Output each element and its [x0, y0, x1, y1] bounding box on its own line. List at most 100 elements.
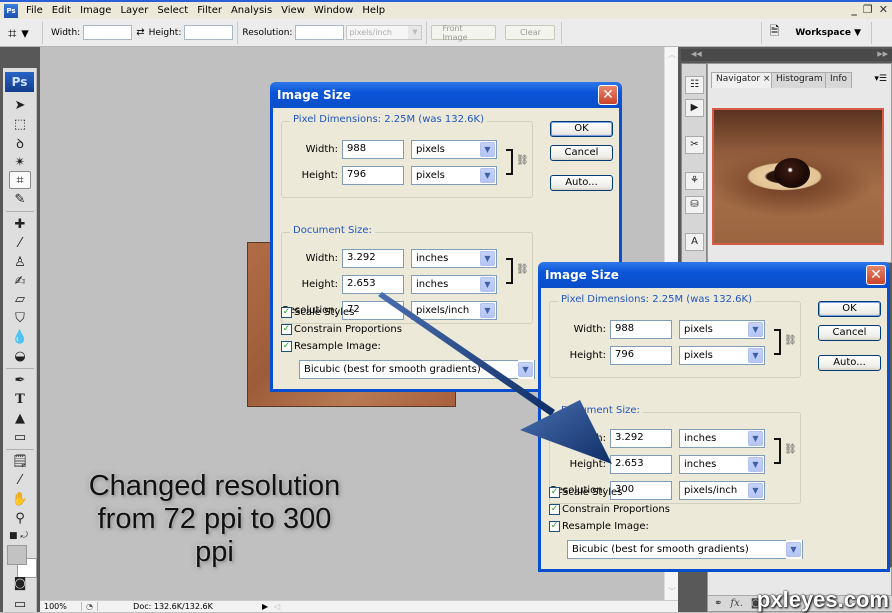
doc-width-unit-select[interactable]: inches ▼	[411, 248, 497, 268]
pixel-height-unit-select[interactable]: pixels ▼	[411, 165, 497, 185]
width-input[interactable]	[83, 25, 133, 40]
expand-dock-icon[interactable]: ▶▶	[877, 50, 888, 58]
menu-layer[interactable]: Layer	[117, 5, 154, 16]
healing-brush-tool-icon[interactable]: ✚	[9, 215, 31, 233]
ok-button[interactable]: OK	[818, 301, 881, 317]
magic-wand-tool-icon[interactable]: ✴	[9, 153, 31, 171]
auto-button[interactable]: Auto...	[550, 175, 613, 191]
clone-source-icon[interactable]: ⛁	[685, 196, 704, 214]
slice-tool-icon[interactable]: ✎	[9, 190, 31, 208]
eyedropper-tool-icon[interactable]: ⁄	[9, 471, 31, 489]
rectangle-tool-icon[interactable]: ▭	[9, 428, 31, 446]
pen-tool-icon[interactable]: ✒	[9, 371, 31, 389]
menu-image[interactable]: Image	[77, 5, 117, 16]
zoom-level[interactable]: 100%	[40, 602, 82, 611]
move-tool-icon[interactable]: ➤	[9, 96, 31, 114]
path-selection-tool-icon[interactable]: ▲	[9, 409, 31, 427]
resolution-unit-select[interactable]: pixels/inch ▼	[346, 25, 423, 40]
close-button[interactable]: ✕	[879, 3, 888, 16]
auto-button[interactable]: Auto...	[818, 355, 881, 371]
restore-button[interactable]: ❐	[863, 3, 873, 16]
menu-analysis[interactable]: Analysis	[228, 5, 278, 16]
character-panel-icon[interactable]: A	[685, 233, 704, 251]
doc-height-input[interactable]: 2.653	[610, 454, 672, 474]
pixel-width-input[interactable]: 988	[610, 319, 672, 339]
scroll-left-icon[interactable]: ◁	[274, 602, 280, 611]
resolution-unit-select[interactable]: pixels/inch ▼	[411, 300, 497, 320]
resample-image-checkbox[interactable]: ✓ Resample Image:	[281, 341, 381, 352]
clone-stamp-tool-icon[interactable]: ♙	[9, 253, 31, 271]
marquee-tool-icon[interactable]: ⬚	[9, 115, 31, 133]
doc-width-input[interactable]: 3.292	[610, 428, 672, 448]
resample-method-select[interactable]: Bicubic (best for smooth gradients) ▼	[299, 360, 535, 379]
front-image-button[interactable]: Front Image	[431, 24, 497, 42]
link-layers-icon[interactable]: ⚭	[714, 598, 722, 609]
height-input[interactable]	[184, 25, 234, 40]
tool-presets-icon[interactable]: ✂	[685, 136, 704, 154]
collapse-dock-icon[interactable]: ◀◀	[691, 50, 702, 58]
quick-mask-icon[interactable]: ◙	[9, 574, 31, 592]
dialog-close-button[interactable]: ✕	[866, 265, 886, 285]
fx-icon[interactable]: fx.	[730, 598, 743, 609]
panel-menu-icon[interactable]: ▾☰	[874, 74, 887, 84]
ok-button[interactable]: OK	[550, 121, 613, 137]
resample-method-select[interactable]: Bicubic (best for smooth gradients) ▼	[567, 540, 803, 559]
brush-tool-icon[interactable]: ⁄	[9, 234, 31, 252]
dodge-tool-icon[interactable]: ◒	[9, 347, 31, 365]
scale-styles-checkbox[interactable]: ✓ Scale Styles	[549, 487, 622, 498]
foreground-color-swatch[interactable]	[7, 545, 27, 565]
history-panel-icon[interactable]: ☷	[685, 76, 704, 94]
crop-tool-icon[interactable]: ⌗	[9, 171, 31, 189]
status-icon[interactable]: ◔	[82, 602, 98, 611]
resolution-input[interactable]	[295, 25, 345, 40]
bridge-icon[interactable]: 🗎	[770, 22, 780, 43]
menu-help[interactable]: Help	[359, 5, 391, 16]
cancel-button[interactable]: Cancel	[550, 145, 613, 161]
pixel-width-input[interactable]: 988	[342, 139, 404, 159]
scroll-up-icon[interactable]: ︿	[666, 49, 678, 61]
doc-width-unit-select[interactable]: inches ▼	[679, 428, 765, 448]
menu-file[interactable]: File	[23, 5, 49, 16]
notes-tool-icon[interactable]: 🗒	[9, 452, 31, 470]
doc-width-input[interactable]: 3.292	[342, 248, 404, 268]
menu-filter[interactable]: Filter	[194, 5, 228, 16]
doc-height-unit-select[interactable]: inches ▼	[411, 274, 497, 294]
tab-histogram[interactable]: Histogram	[771, 72, 828, 88]
pixel-height-unit-select[interactable]: pixels ▼	[679, 345, 765, 365]
status-menu-arrow-icon[interactable]: ▶	[262, 602, 268, 611]
workspace-menu[interactable]: Workspace ▼	[795, 28, 861, 38]
type-tool-icon[interactable]: T	[9, 390, 31, 408]
constrain-proportions-checkbox[interactable]: ✓ Constrain Proportions	[549, 504, 670, 515]
menu-edit[interactable]: Edit	[49, 5, 77, 16]
tab-info[interactable]: Info	[825, 72, 853, 88]
pixel-height-input[interactable]: 796	[610, 345, 672, 365]
resample-image-checkbox[interactable]: ✓ Resample Image:	[549, 521, 649, 532]
minimize-button[interactable]: _	[851, 3, 857, 16]
default-colors-icon[interactable]: ■ ⤾	[9, 527, 31, 545]
resolution-unit-select[interactable]: pixels/inch ▼	[679, 480, 765, 500]
pixel-height-input[interactable]: 796	[342, 165, 404, 185]
dialog-close-button[interactable]: ✕	[598, 85, 618, 105]
history-brush-tool-icon[interactable]: ✍	[9, 272, 31, 290]
cancel-button[interactable]: Cancel	[818, 325, 881, 341]
scroll-down-icon[interactable]: ﹀	[666, 586, 678, 598]
menu-select[interactable]: Select	[154, 5, 194, 16]
pixel-width-unit-select[interactable]: pixels ▼	[679, 319, 765, 339]
scale-styles-checkbox[interactable]: ✓ Scale Styles	[281, 307, 354, 318]
screen-mode-icon[interactable]: ▭	[9, 595, 31, 613]
zoom-tool-icon[interactable]: ⚲	[9, 509, 31, 527]
menu-view[interactable]: View	[278, 5, 311, 16]
paint-bucket-tool-icon[interactable]: ⛉	[9, 309, 31, 327]
brushes-panel-icon[interactable]: ⚘	[685, 172, 704, 190]
actions-panel-icon[interactable]: ▶	[685, 99, 704, 117]
doc-height-input[interactable]: 2.653	[342, 274, 404, 294]
lasso-tool-icon[interactable]: ꝺ	[9, 134, 31, 152]
constrain-proportions-checkbox[interactable]: ✓ Constrain Proportions	[281, 324, 402, 335]
menu-window[interactable]: Window	[311, 5, 359, 16]
clear-button[interactable]: Clear	[505, 25, 556, 40]
blur-tool-icon[interactable]: 💧	[9, 328, 31, 346]
doc-height-unit-select[interactable]: inches ▼	[679, 454, 765, 474]
pixel-width-unit-select[interactable]: pixels ▼	[411, 139, 497, 159]
swap-dimensions-icon[interactable]: ⇄	[136, 27, 144, 38]
eraser-tool-icon[interactable]: ▱	[9, 290, 31, 308]
